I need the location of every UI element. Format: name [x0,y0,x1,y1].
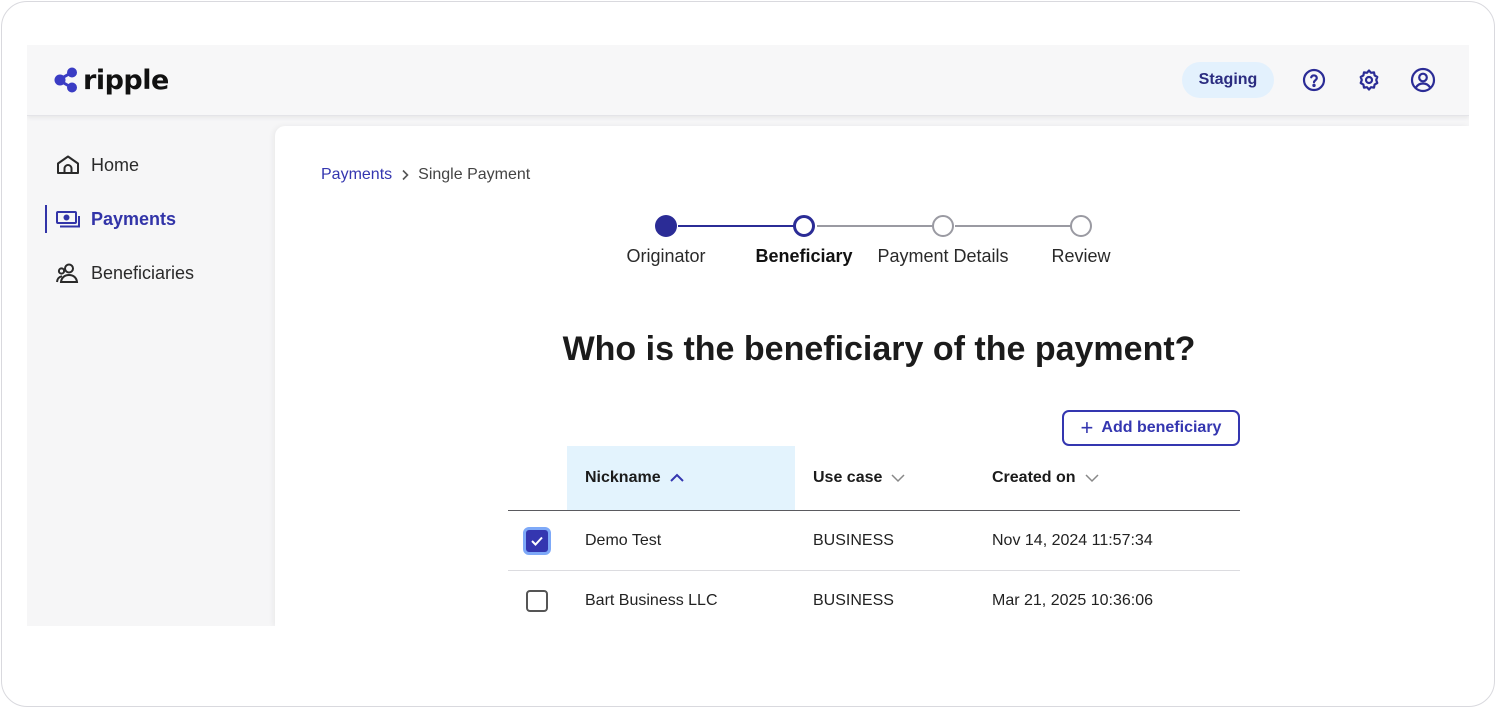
column-label: Use case [813,469,883,486]
cell-use-case: BUSINESS [813,532,894,549]
breadcrumb-link-payments[interactable]: Payments [321,166,392,184]
main-content: Payments Single Payment Originator Benef… [275,126,1469,626]
step-label-review: Review [1051,246,1111,266]
help-icon[interactable] [1301,67,1327,93]
breadcrumb-current: Single Payment [418,166,531,183]
step-dot-originator [655,215,677,237]
table-row[interactable]: Demo Test BUSINESS Nov 14, 2024 11:57:34 [508,511,1240,571]
cell-created-on: Mar 21, 2025 10:36:06 [992,592,1154,609]
payments-icon [55,206,81,232]
app-container: ripple Staging Home Payments Beneficiari… [27,45,1469,626]
stepper-connector-done [678,225,803,227]
chevron-down-icon [890,473,906,483]
row-checkbox[interactable] [523,527,551,555]
account-icon[interactable] [1410,67,1436,93]
logo-text: ripple [83,64,169,96]
home-icon [55,152,81,178]
step-label-payment-details: Payment Details [877,246,1009,266]
plus-icon: + [1080,415,1094,440]
column-header-use-case[interactable]: Use case [813,446,973,510]
column-label: Created on [992,469,1076,486]
sidebar: Home Payments Beneficiaries [27,117,274,626]
cell-use-case: BUSINESS [813,592,894,609]
step-dot-review [1070,215,1092,237]
settings-icon[interactable] [1356,67,1382,93]
chevron-right-icon [400,169,410,181]
cell-nickname: Demo Test [585,532,662,549]
add-beneficiary-button[interactable]: + Add beneficiary [1062,410,1240,446]
column-header-nickname[interactable]: Nickname [567,446,795,510]
table-row[interactable]: Bart Business LLC BUSINESS Mar 21, 2025 … [508,571,1240,626]
sidebar-item-payments[interactable]: Payments [45,205,176,233]
active-indicator [45,205,47,233]
window-frame: ripple Staging Home Payments Beneficiari… [1,1,1495,707]
step-dot-payment-details [932,215,954,237]
environment-badge: Staging [1182,62,1274,98]
column-label: Nickname [585,469,661,486]
step-label-originator: Originator [626,246,706,266]
progress-stepper: Originator Beneficiary Payment Details R… [275,214,1469,274]
checkmark-icon [531,536,543,546]
sidebar-item-home[interactable]: Home [45,151,139,179]
breadcrumb: Payments Single Payment [321,166,530,184]
chevron-down-icon [1084,473,1100,483]
sidebar-item-label: Home [91,154,140,175]
cell-created-on: Nov 14, 2024 11:57:34 [992,532,1153,549]
sidebar-item-label: Beneficiaries [91,262,195,283]
top-header: ripple Staging [27,45,1469,116]
stepper-connector [955,225,1085,227]
chevron-up-icon [669,473,685,483]
step-label-beneficiary: Beneficiary [755,246,853,266]
cell-nickname: Bart Business LLC [585,592,718,609]
beneficiaries-table: Nickname Use case Created on Demo Test B… [508,446,1240,626]
column-header-created-on[interactable]: Created on [992,446,1192,510]
table-header: Nickname Use case Created on [508,446,1240,511]
ripple-logo[interactable]: ripple [53,62,169,98]
step-dot-beneficiary [793,215,815,237]
page-title: Who is the beneficiary of the payment? [562,330,1196,368]
sidebar-item-label: Payments [91,208,177,229]
stepper-connector [817,225,947,227]
row-checkbox[interactable] [526,590,548,612]
beneficiaries-icon [55,260,81,286]
add-beneficiary-label: Add beneficiary [1101,419,1222,436]
ripple-logo-icon [54,67,77,93]
sidebar-item-beneficiaries[interactable]: Beneficiaries [45,259,194,287]
